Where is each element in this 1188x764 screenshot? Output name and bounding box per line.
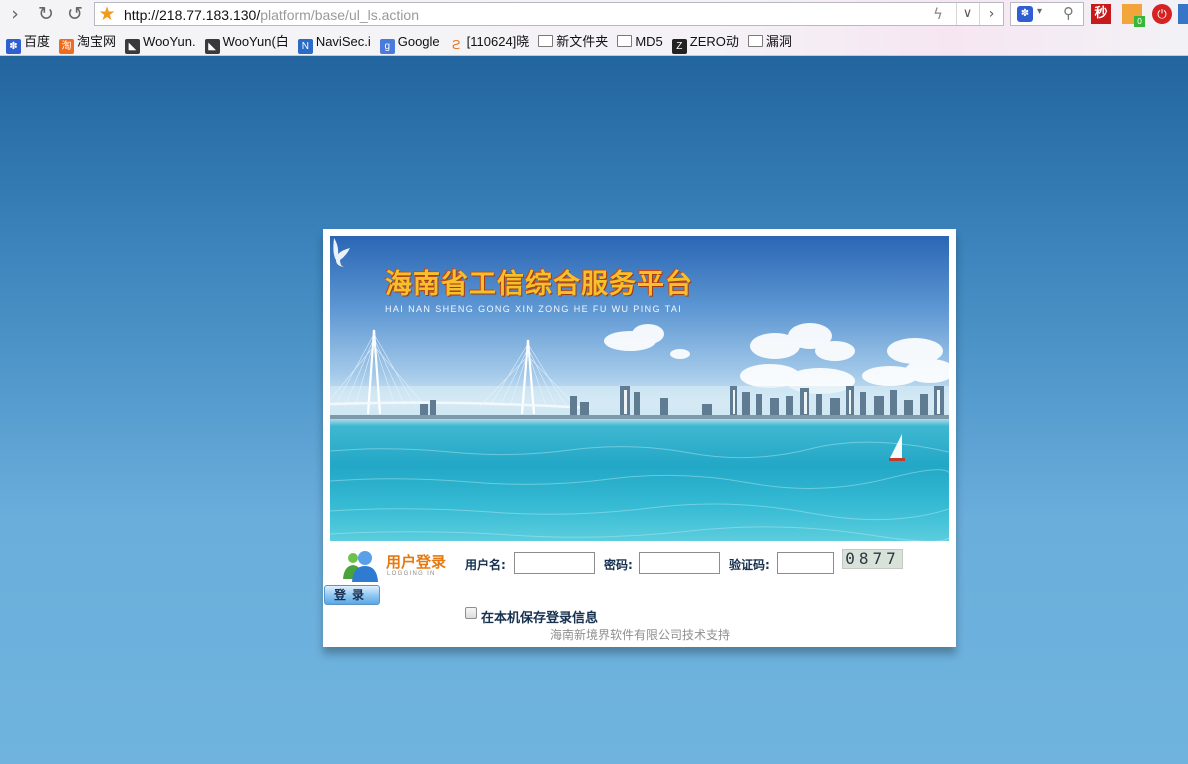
taobao-icon: 淘 bbox=[59, 39, 75, 54]
bookmark-item[interactable]: ✽ 百度 bbox=[6, 32, 51, 54]
extension-partial-icon[interactable] bbox=[1178, 4, 1188, 24]
bookmark-item[interactable]: ◣ WooYun(白 bbox=[204, 32, 289, 54]
wooyun-icon: ◣ bbox=[204, 39, 220, 54]
footer-support-text: 海南新境界软件有限公司技术支持 bbox=[550, 628, 731, 642]
browser-toolbar: › ↻ ↺ ★ http://218.77.183.130/platform/b… bbox=[0, 0, 1188, 56]
bookmark-item[interactable]: ◣ WooYun. bbox=[125, 32, 196, 54]
address-bar[interactable]: ★ http://218.77.183.130/platform/base/ul… bbox=[94, 2, 1004, 26]
extension-grid-icon[interactable]: 0 bbox=[1122, 4, 1145, 27]
engine-dropdown-icon[interactable]: ▾ bbox=[1037, 6, 1042, 17]
folder-icon bbox=[538, 35, 554, 47]
bookmark-label: NaviSec.i bbox=[315, 34, 371, 49]
google-icon: g bbox=[379, 39, 395, 54]
wooyun-icon: ◣ bbox=[125, 39, 141, 54]
bookmark-item[interactable]: 漏洞 bbox=[747, 32, 792, 52]
banner-title: 海南省工信综合服务平台 bbox=[385, 269, 693, 300]
url-path: platform/base/ul_ls.action bbox=[260, 7, 419, 23]
banner-image: 海南省工信综合服务平台 HAI NAN SHENG GONG XIN ZONG … bbox=[330, 236, 949, 541]
bookmarks-bar: ✽ 百度淘淘宝网 ◣ WooYun. ◣ WooYun(白 N NaviSec.i g Googl… bbox=[6, 31, 801, 54]
captcha-label: 验证码: bbox=[729, 558, 770, 572]
go-arrow-icon[interactable]: › bbox=[979, 3, 1003, 25]
badge-icon: 0 bbox=[1134, 16, 1145, 27]
extension-power-icon[interactable]: ⏻ bbox=[1152, 4, 1172, 24]
bookmark-item[interactable]: Z ZERO动 bbox=[671, 32, 739, 54]
dove-icon bbox=[333, 238, 350, 267]
paw-icon[interactable]: ✽ bbox=[1017, 6, 1033, 22]
bookmark-label: MD5 bbox=[635, 34, 663, 49]
zero-icon: Z bbox=[671, 39, 687, 54]
bookmark-label: 新文件夹 bbox=[556, 34, 609, 49]
navisec-icon: N bbox=[297, 39, 313, 54]
folder-icon bbox=[617, 35, 633, 47]
user-icon bbox=[343, 551, 378, 582]
bookmark-label: 百度 bbox=[24, 34, 51, 49]
forward-icon[interactable]: › bbox=[4, 4, 26, 24]
search-box[interactable]: ✽ ▾ ⚲ bbox=[1010, 2, 1084, 26]
bookmark-label: [110624]晓 bbox=[466, 34, 530, 49]
url-host: http://218.77.183.130/ bbox=[124, 7, 261, 23]
chevron-down-icon[interactable]: ∨ bbox=[956, 3, 978, 25]
login-title: 用户登录 bbox=[386, 553, 447, 571]
folder-icon bbox=[747, 35, 763, 47]
banner-subtitle: HAI NAN SHENG GONG XIN ZONG HE FU WU PIN… bbox=[385, 304, 683, 314]
extension-seckill-icon[interactable]: 秒 bbox=[1091, 4, 1111, 24]
bookmark-item[interactable]: 新文件夹 bbox=[538, 32, 608, 52]
lightning-icon[interactable]: ϟ bbox=[933, 5, 943, 23]
login-panel: 海南省工信综合服务平台 HAI NAN SHENG GONG XIN ZONG … bbox=[323, 229, 956, 647]
login-form: 用户登录 LOGGING IN 用户名: 密码: 验证码: 0877 bbox=[323, 544, 956, 604]
weibo-icon: ϩ bbox=[451, 37, 461, 52]
bookmark-item[interactable]: ϩ [110624]晓 bbox=[449, 32, 530, 52]
bookmark-item[interactable]: MD5 bbox=[617, 32, 663, 52]
bookmark-label: WooYun. bbox=[143, 34, 196, 49]
bookmark-item[interactable]: g Google bbox=[379, 32, 440, 54]
refresh-icon[interactable]: ↻ bbox=[35, 4, 57, 24]
bookmark-item[interactable]: 淘淘宝网 bbox=[59, 32, 117, 54]
username-label: 用户名: bbox=[465, 558, 506, 572]
remember-checkbox[interactable] bbox=[465, 607, 477, 619]
bookmark-item[interactable]: N NaviSec.i bbox=[297, 32, 371, 54]
password-label: 密码: bbox=[604, 558, 633, 572]
bookmark-label: Google bbox=[397, 34, 440, 49]
bookmark-label: 漏洞 bbox=[765, 34, 792, 49]
username-input[interactable] bbox=[514, 552, 595, 574]
bookmark-label: WooYun(白 bbox=[222, 34, 289, 49]
captcha-input[interactable] bbox=[777, 552, 834, 574]
search-icon[interactable]: ⚲ bbox=[1063, 4, 1074, 22]
star-icon[interactable]: ★ bbox=[97, 4, 117, 24]
login-title-en: LOGGING IN bbox=[387, 571, 436, 577]
undo-icon[interactable]: ↺ bbox=[64, 4, 86, 24]
remember-label: 在本机保存登录信息 bbox=[481, 611, 599, 626]
navigation-row: › ↻ ↺ ★ http://218.77.183.130/platform/b… bbox=[0, 0, 1188, 29]
bookmark-label: ZERO动 bbox=[689, 34, 739, 49]
baidu-icon: ✽ bbox=[6, 39, 21, 54]
bookmark-label: 淘宝网 bbox=[77, 34, 117, 49]
password-input[interactable] bbox=[639, 552, 720, 574]
captcha-image[interactable]: 0877 bbox=[842, 549, 903, 569]
login-button[interactable]: 登录 bbox=[324, 585, 380, 605]
url-text[interactable]: http://218.77.183.130/platform/base/ul_l… bbox=[124, 7, 419, 23]
